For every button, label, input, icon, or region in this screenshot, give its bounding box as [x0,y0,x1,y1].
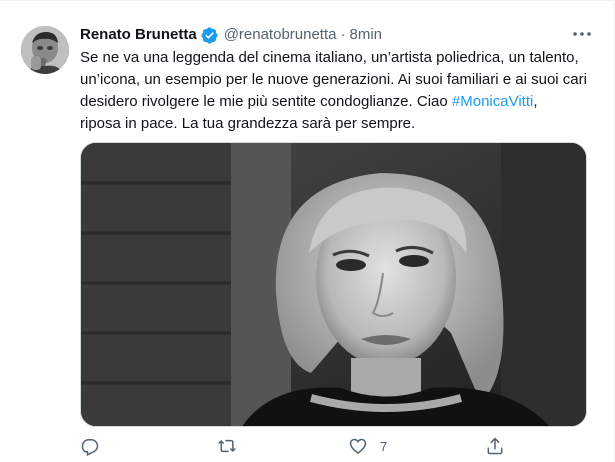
reply-button[interactable] [80,434,112,458]
tweet-actions: 7 [80,434,510,458]
like-button[interactable]: 7 [348,434,387,458]
heart-icon [348,436,368,456]
like-count: 7 [380,438,388,454]
author-name[interactable]: Renato Brunetta [80,25,197,45]
retweet-icon [216,436,238,456]
verified-badge-icon [200,26,219,45]
share-button[interactable] [485,434,505,458]
tweet-text: Se ne va una leggenda del cinema italian… [80,47,587,135]
tweet-card[interactable]: Renato Brunetta @renatobrunetta · 8min S… [0,0,615,462]
timestamp[interactable]: 8min [350,25,383,45]
tweet-header: Renato Brunetta @renatobrunetta · 8min [80,24,382,46]
author-handle[interactable]: @renatobrunetta [224,25,337,45]
avatar-photo [21,26,69,74]
tweet-text-line: desidero rivolgere le mie più sentite co… [80,91,580,113]
avatar[interactable] [21,26,69,74]
tweet-text-line: Se ne va una leggenda del cinema italian… [80,49,579,66]
tweet-photo[interactable] [80,142,587,427]
tweet-text-line: un’icona, un esempio per le nuove genera… [80,71,587,88]
separator-dot: · [340,26,346,43]
monica-vitti-photo [81,143,586,426]
hashtag-link[interactable]: #MonicaVitti [452,93,533,110]
tweet-text-fragment: , [533,93,538,110]
retweet-button[interactable] [216,434,250,458]
tweet-text-fragment: desidero rivolgere le mie più sentite co… [80,93,452,110]
reply-icon [80,436,100,456]
tweet-text-line: riposa in pace. La tua grandezza sarà pe… [80,115,416,132]
share-icon [485,436,505,456]
more-dots-icon[interactable] [570,24,594,44]
divider [0,0,615,1]
